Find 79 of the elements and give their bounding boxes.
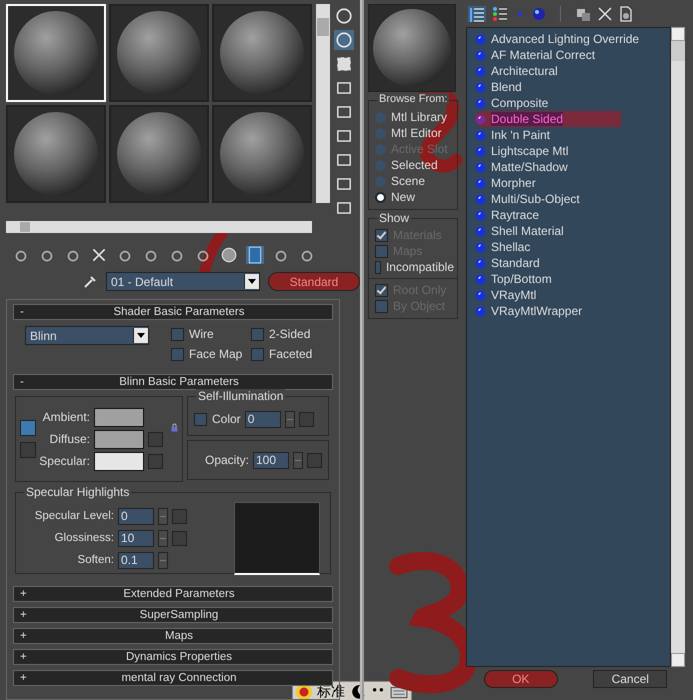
opacity-label: Opacity: — [204, 453, 249, 467]
tree-list-icon[interactable] — [491, 6, 509, 22]
eyedropper-icon[interactable] — [82, 274, 98, 290]
scrollbar[interactable] — [316, 4, 330, 203]
close-icon[interactable] — [90, 246, 108, 264]
spinner-arrows[interactable] — [158, 552, 168, 568]
checkbox[interactable]: Wire — [171, 326, 251, 342]
spinner-field[interactable]: 0.1 — [118, 552, 154, 568]
radio-option[interactable]: New — [375, 189, 454, 205]
list-view-icon[interactable] — [468, 6, 486, 22]
color-label: Specular: — [38, 454, 90, 468]
circle-icon[interactable] — [334, 6, 354, 26]
checkbox[interactable]: Faceted — [251, 346, 331, 362]
moon-icon[interactable] — [349, 682, 367, 700]
toggle-icon[interactable] — [246, 246, 264, 264]
material-type-button[interactable]: Standard — [268, 272, 360, 291]
spinner-field[interactable]: 10 — [118, 530, 154, 546]
checkbox[interactable]: Incompatible — [375, 259, 454, 275]
dialog-button[interactable]: Cancel — [593, 670, 668, 688]
material-item[interactable]: Advanced Lighting Override — [475, 31, 670, 47]
material-item[interactable]: Top/Bottom — [475, 271, 670, 287]
group-title: Specular Highlights — [24, 485, 132, 499]
material-item[interactable]: Shellac — [475, 239, 670, 255]
scrollbar[interactable] — [6, 221, 312, 233]
spinner-arrows[interactable] — [158, 508, 168, 524]
dialog-button[interactable]: OK — [484, 670, 558, 688]
color-swatch[interactable] — [94, 430, 144, 448]
radio-option[interactable]: Mtl Library — [375, 109, 454, 125]
spinner-field[interactable]: 0 — [244, 410, 281, 428]
rollout-header[interactable]: + mental ray Connection — [13, 670, 333, 686]
lock-toggle-button[interactable] — [20, 420, 36, 436]
material-item[interactable]: Lightscape Mtl — [475, 143, 670, 159]
rollout-header[interactable]: + Maps — [13, 628, 333, 644]
field-label: Glossiness: — [54, 532, 114, 544]
field-label: Specular Level: — [34, 510, 114, 522]
material-name-dropdown[interactable]: 01 - Default — [106, 272, 260, 291]
spinner-arrows[interactable] — [158, 530, 168, 546]
material-item[interactable]: VRayMtlWrapper — [475, 303, 670, 319]
spinner-arrows[interactable] — [293, 452, 303, 468]
material-item[interactable]: Morpher — [475, 175, 670, 191]
field-label: Soften: — [76, 554, 114, 566]
rollout-header[interactable]: + SuperSampling — [13, 607, 333, 623]
spinner-field[interactable]: 100 — [253, 452, 289, 468]
color-swatch[interactable] — [94, 452, 144, 470]
checkbox[interactable]: Color — [194, 411, 241, 427]
material-item[interactable]: VRayMtl — [475, 287, 670, 303]
group-title: Show — [377, 211, 412, 225]
close-icon[interactable] — [597, 6, 613, 22]
material-item[interactable]: Standard — [475, 255, 670, 271]
spinner-arrows[interactable] — [284, 410, 295, 428]
color-label: Diffuse: — [48, 432, 90, 446]
material-item[interactable]: Architectural — [475, 63, 670, 79]
checker-icon[interactable] — [334, 54, 354, 74]
material-item[interactable]: Multi/Sub-Object — [475, 191, 670, 207]
group-title: Self-Illumination — [196, 389, 286, 403]
material-item[interactable]: Ink 'n Paint — [475, 127, 670, 143]
rollout-header[interactable]: - Shader Basic Parameters — [13, 304, 333, 320]
group-title: Browse From: — [377, 93, 450, 105]
color-swatch[interactable] — [94, 408, 144, 426]
radio-option[interactable]: Mtl Editor — [375, 125, 454, 141]
rollout-header[interactable]: + Extended Parameters — [13, 586, 333, 602]
radio-option[interactable]: Scene — [375, 173, 454, 189]
material-item[interactable]: Blend — [475, 79, 670, 95]
material-item[interactable]: AF Material Correct — [475, 47, 670, 63]
rollout-header[interactable]: + Dynamics Properties — [13, 649, 333, 665]
color-label: Ambient: — [42, 410, 90, 424]
lock-toggle-button[interactable] — [20, 442, 36, 458]
scrollbar[interactable] — [671, 27, 685, 667]
material-item[interactable]: Composite — [475, 95, 670, 111]
shader-dropdown[interactable]: Blinn — [25, 326, 149, 345]
checkbox[interactable]: Face Map — [171, 346, 251, 362]
material-item[interactable]: Matte/Shadow — [475, 159, 670, 175]
rollout-header[interactable]: - Blinn Basic Parameters — [13, 374, 333, 390]
material-item[interactable]: Raytrace — [475, 207, 670, 223]
material-item[interactable]: Shell Material — [475, 223, 670, 239]
document-icon[interactable] — [618, 6, 634, 22]
checkbox[interactable]: 2-Sided — [251, 326, 331, 342]
radio-option[interactable]: Selected — [375, 157, 454, 173]
spinner-field[interactable]: 0 — [118, 508, 154, 524]
